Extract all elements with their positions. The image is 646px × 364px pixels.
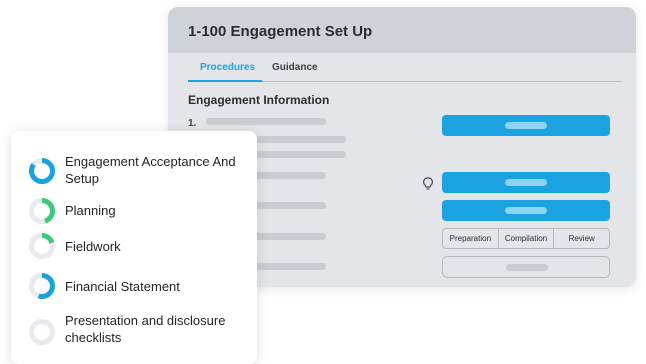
button-placeholder-label	[505, 179, 547, 186]
button-placeholder-label	[506, 264, 548, 271]
secondary-button[interactable]	[442, 256, 610, 278]
action-button-2[interactable]	[442, 172, 610, 193]
button-placeholder-label	[505, 207, 547, 214]
section-title: Engagement Information	[188, 93, 330, 107]
phase-label: Fieldwork	[65, 239, 121, 254]
lightbulb-icon[interactable]	[422, 177, 434, 191]
action-button-3[interactable]	[442, 200, 610, 221]
step-preparation[interactable]: Preparation	[443, 229, 499, 248]
progress-ring-icon	[29, 319, 55, 345]
progress-ring-icon	[29, 158, 55, 184]
step-review[interactable]: Review	[554, 229, 609, 248]
action-button-1[interactable]	[442, 115, 610, 136]
phases-card: Engagement Acceptance And Setup Planning…	[11, 131, 257, 364]
phase-label: Financial Statement	[65, 279, 180, 294]
placeholder-line	[206, 118, 326, 125]
progress-ring-icon	[29, 233, 55, 259]
phase-label: Presentation and disclosure checklists	[65, 313, 226, 345]
window-title: 1-100 Engagement Set Up	[168, 7, 636, 53]
active-tab-indicator	[188, 80, 262, 82]
tab-bar: Procedures Guidance	[188, 62, 622, 82]
phase-label: Planning	[65, 203, 116, 218]
button-placeholder-label	[505, 122, 547, 129]
tab-procedures[interactable]: Procedures	[200, 62, 255, 73]
phase-label: Engagement Acceptance And Setup	[65, 154, 236, 186]
item-number: 1.	[188, 118, 197, 129]
step-compilation[interactable]: Compilation	[499, 229, 555, 248]
progress-ring-icon	[29, 198, 55, 224]
progress-ring-icon	[29, 273, 55, 299]
review-steps-control: Preparation Compilation Review	[442, 228, 610, 249]
tab-guidance[interactable]: Guidance	[272, 62, 318, 73]
